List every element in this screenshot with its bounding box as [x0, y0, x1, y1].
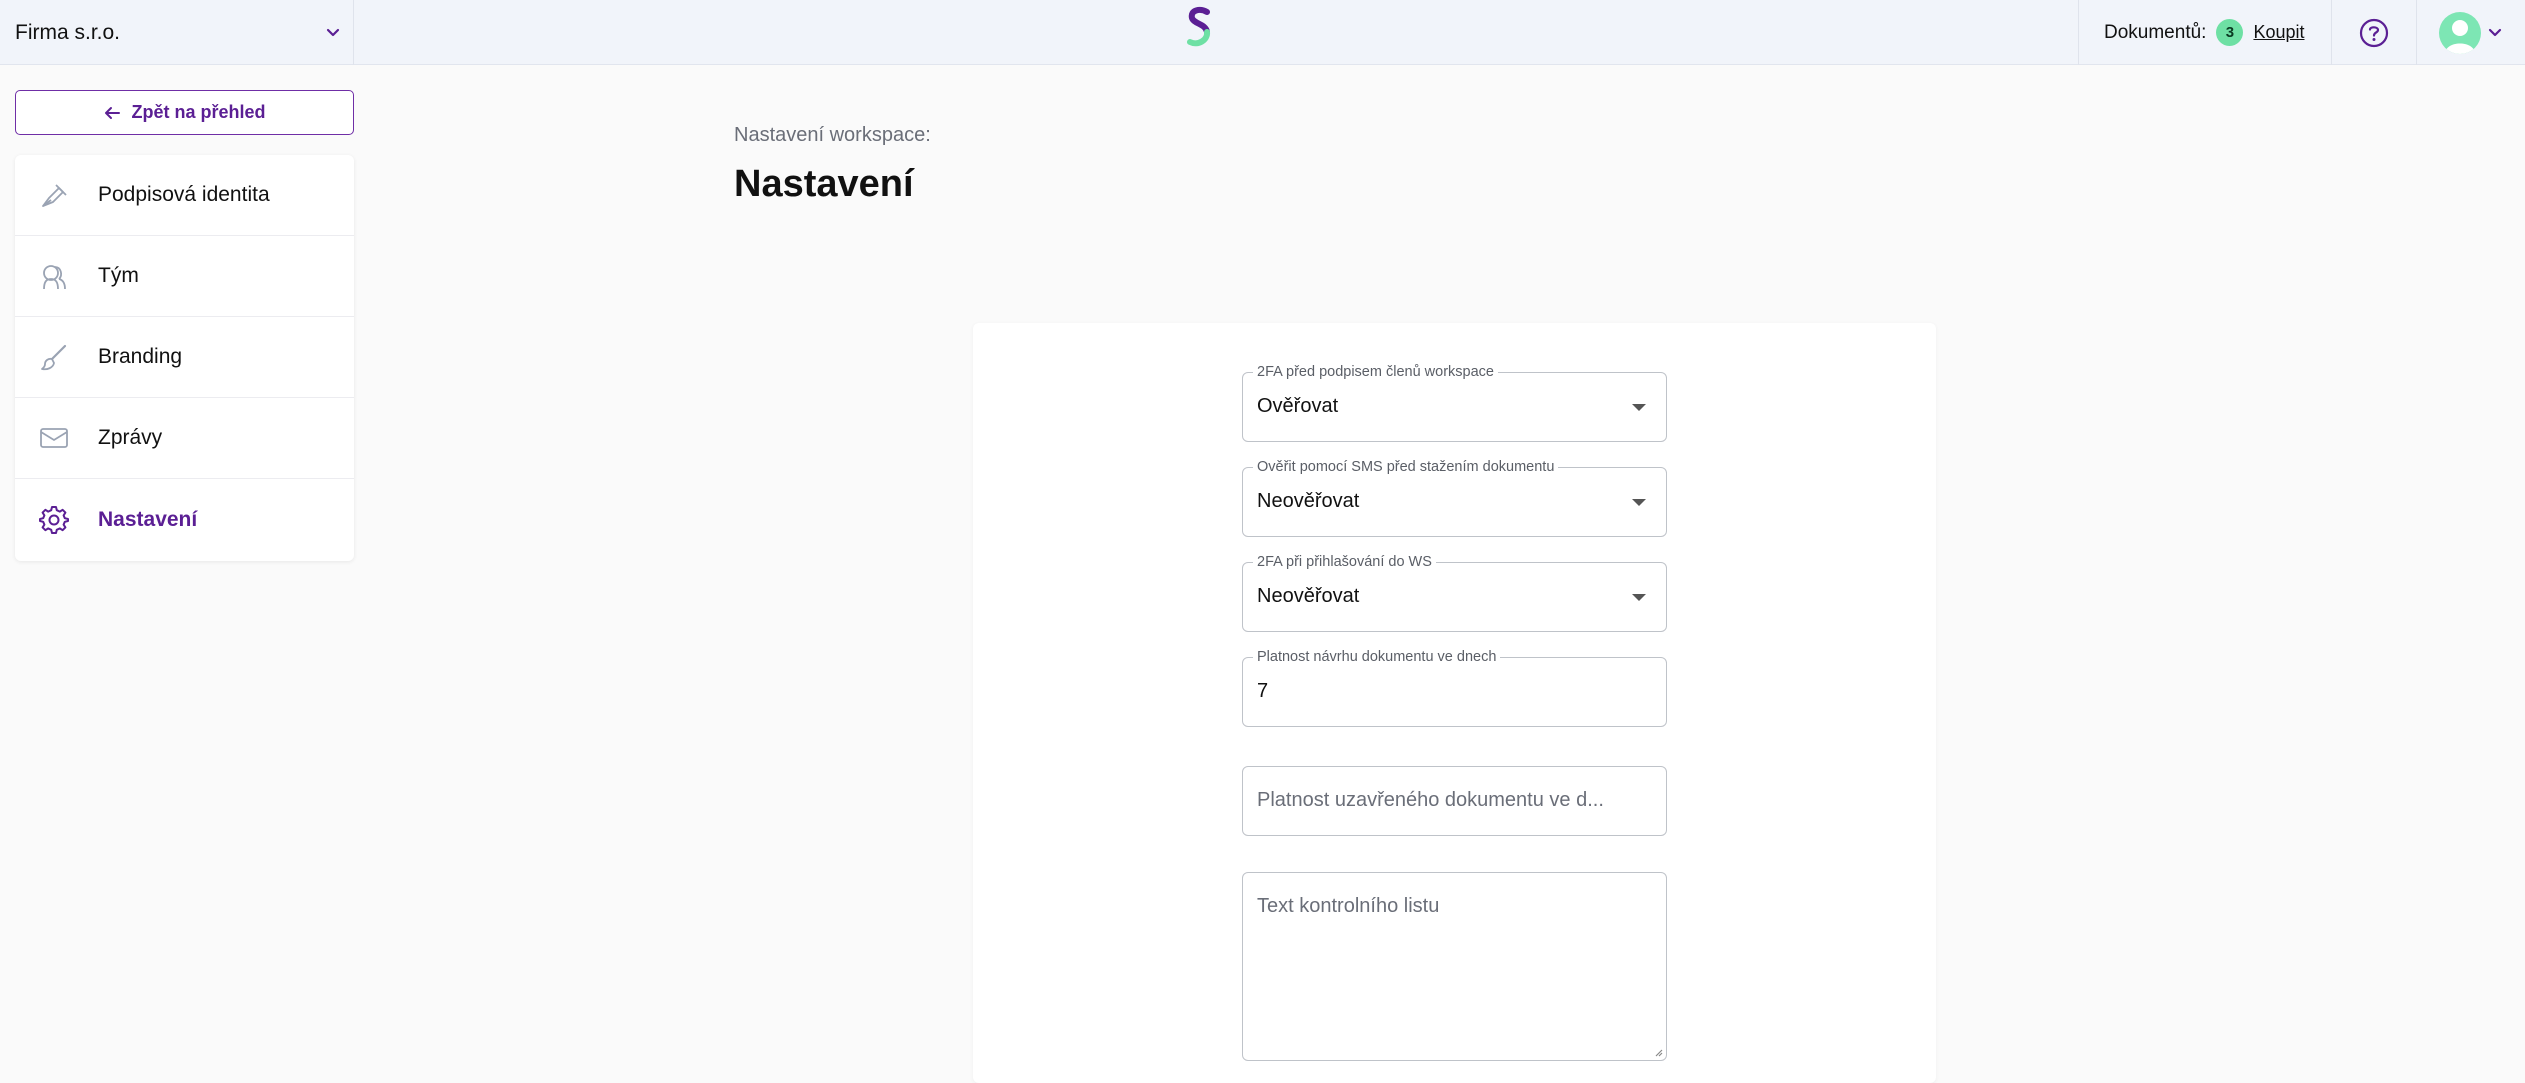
sidebar-item-branding[interactable]: Branding	[15, 317, 354, 398]
page-subtitle: Nastavení workspace:	[734, 124, 931, 146]
back-button-label: Zpět na přehled	[131, 102, 266, 122]
sidebar-item-team[interactable]: Tým	[15, 236, 354, 317]
gear-icon	[38, 504, 70, 536]
textarea-placeholder: Text kontrolního listu	[1257, 895, 1440, 917]
sms-download-select[interactable]: Ověřit pomocí SMS před stažením dokument…	[1242, 459, 1667, 537]
back-to-overview-button[interactable]: Zpět na přehled	[15, 90, 354, 135]
sidebar-item-signing-identity[interactable]: Podpisová identita	[15, 155, 354, 236]
field-label: Ověřit pomocí SMS před stažením dokument…	[1253, 459, 1559, 475]
settings-menu: Podpisová identita Tým Branding Zprávy N…	[15, 155, 354, 561]
buy-link[interactable]: Koupit	[2253, 22, 2304, 43]
twofa-members-select[interactable]: 2FA před podpisem členů workspace Ověřov…	[1242, 364, 1667, 442]
input-placeholder: Platnost uzavřeného dokumentu ve d...	[1257, 789, 1604, 811]
caret-down-icon	[1632, 499, 1646, 506]
caret-down-icon	[1632, 404, 1646, 411]
arrow-left-icon	[105, 106, 121, 119]
documents-label: Dokumentů:	[2104, 21, 2207, 43]
select-value: Neověřovat	[1257, 490, 1360, 512]
team-icon	[38, 260, 70, 292]
documents-counter: Dokumentů: 3 Koupit	[2078, 0, 2332, 65]
sidebar-item-label: Zprávy	[98, 426, 163, 449]
chevron-down-icon	[326, 28, 340, 36]
user-menu[interactable]	[2418, 0, 2525, 65]
input-value: 7	[1257, 680, 1269, 702]
top-bar: Firma s.r.o. Dokumentů: 3 Koupit	[0, 0, 2525, 65]
sidebar-item-label: Podpisová identita	[98, 183, 270, 206]
field-label: 2FA před podpisem členů workspace	[1253, 364, 1498, 380]
sidebar-item-messages[interactable]: Zprávy	[15, 398, 354, 479]
sidebar-item-label: Tým	[98, 264, 139, 287]
closed-validity-input[interactable]: Platnost uzavřeného dokumentu ve d...	[1242, 766, 1667, 836]
field-label: 2FA při přihlašování do WS	[1253, 554, 1436, 570]
avatar	[2438, 11, 2481, 54]
help-icon	[2359, 18, 2389, 47]
control-sheet-textarea[interactable]: Text kontrolního listu	[1242, 872, 1667, 1061]
company-switcher[interactable]: Firma s.r.o.	[0, 0, 354, 65]
help-button[interactable]	[2332, 0, 2417, 65]
sidebar-item-settings[interactable]: Nastavení	[15, 479, 354, 560]
brush-icon	[38, 341, 70, 373]
resize-handle-icon[interactable]	[1653, 1047, 1663, 1057]
sidebar-item-label: Nastavení	[98, 507, 198, 531]
page-title: Nastavení	[734, 163, 914, 205]
envelope-icon	[38, 422, 70, 454]
documents-count-badge: 3	[2216, 19, 2244, 46]
draft-validity-input[interactable]: Platnost návrhu dokumentu ve dnech 7	[1242, 649, 1667, 727]
twofa-login-select[interactable]: 2FA při přihlašování do WS Neověřovat	[1242, 554, 1667, 632]
field-label: Platnost návrhu dokumentu ve dnech	[1253, 649, 1501, 665]
user-silhouette-icon	[2444, 19, 2475, 54]
caret-down-icon	[1632, 594, 1646, 601]
select-value: Ověřovat	[1257, 395, 1339, 417]
select-value: Neověřovat	[1257, 585, 1360, 607]
sidebar-item-label: Branding	[98, 345, 183, 368]
brand-logo-icon[interactable]	[1180, 6, 1220, 50]
chevron-down-icon	[2488, 28, 2501, 36]
pen-nib-icon	[38, 179, 70, 211]
company-name: Firma s.r.o.	[15, 20, 121, 44]
